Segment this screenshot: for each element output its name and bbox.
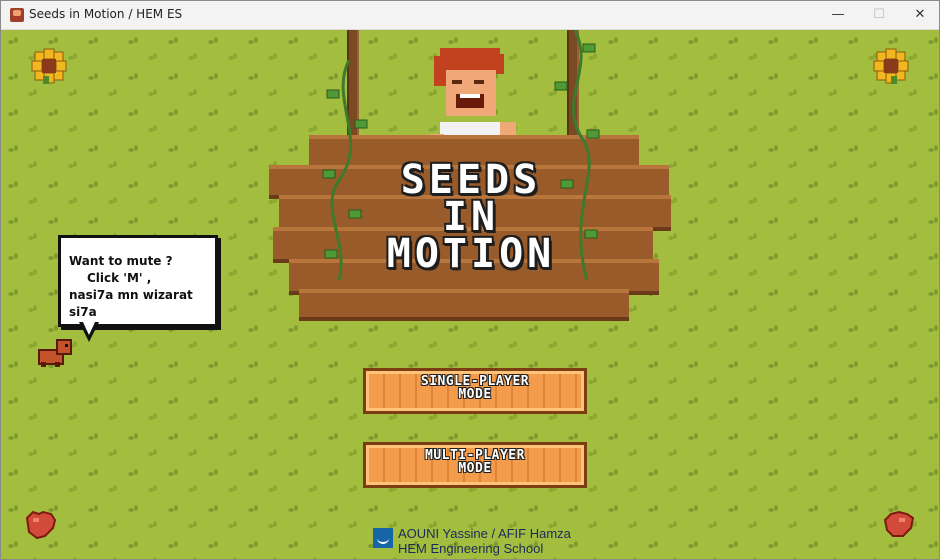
pet-icon [38, 339, 72, 367]
button-label-line: MODE [458, 461, 492, 476]
mute-hint-line: nasi7a mn wizarat si7a [69, 288, 193, 319]
single-player-button[interactable]: SINGLE-PLAYER MODE [363, 368, 587, 414]
game-window: Seeds in Motion / HEM ES — ☐ ✕ SEEDS IN … [0, 0, 940, 560]
heart-icon [883, 510, 915, 537]
character-sprite [430, 48, 516, 144]
close-button[interactable]: ✕ [898, 1, 939, 29]
single-player-label: SINGLE-PLAYER MODE [366, 375, 584, 401]
school-logo-icon [373, 528, 393, 548]
authors: AOUNI Yassine / AFIF Hamza [398, 526, 571, 541]
maximize-button[interactable]: ☐ [857, 1, 901, 29]
school-name: HEM Engineering School [398, 541, 544, 556]
speech-bubble: Want to mute ? Click 'M' , nasi7a mn wiz… [58, 235, 218, 327]
sign-plank [299, 289, 629, 321]
speech-bubble-tail-fill [82, 320, 96, 335]
multi-player-label: MULTI-PLAYER MODE [366, 449, 584, 475]
mute-hint-line: Click 'M' , [87, 271, 152, 285]
game-canvas[interactable]: SEEDS IN MOTION Want to mute ? Click 'M'… [1, 30, 939, 559]
heart-icon [25, 510, 57, 540]
minimize-button[interactable]: — [816, 1, 860, 29]
app-icon [10, 8, 24, 22]
mute-hint-line: Want to mute ? [69, 254, 173, 268]
multi-player-button[interactable]: MULTI-PLAYER MODE [363, 442, 587, 488]
sunflower-icon [31, 48, 67, 84]
window-title: Seeds in Motion / HEM ES [29, 7, 183, 21]
button-label-line: MODE [458, 387, 492, 402]
speech-bubble-text: Want to mute ? Click 'M' , nasi7a mn wiz… [69, 253, 214, 321]
title-bar[interactable]: Seeds in Motion / HEM ES — ☐ ✕ [1, 1, 939, 30]
sunflower-icon [873, 48, 909, 84]
